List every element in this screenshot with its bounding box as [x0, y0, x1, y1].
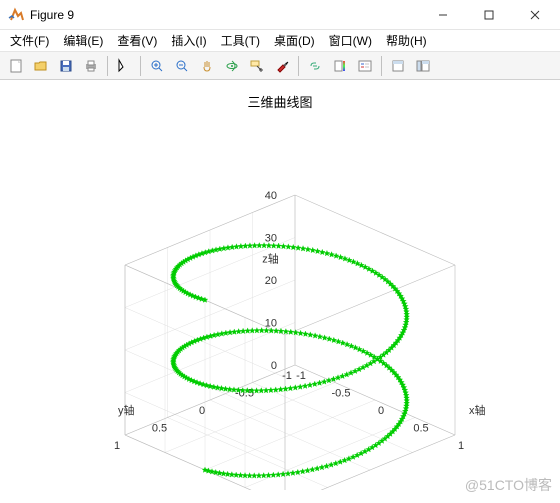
- menubar: 文件(F) 编辑(E) 查看(V) 插入(I) 工具(T) 桌面(D) 窗口(W…: [0, 30, 560, 52]
- svg-text:20: 20: [265, 275, 277, 287]
- brush-button[interactable]: [270, 54, 294, 78]
- toolbar-separator: [381, 56, 382, 76]
- svg-text:1: 1: [114, 440, 120, 452]
- svg-text:0: 0: [378, 405, 384, 417]
- hide-plot-tools-button[interactable]: [386, 54, 410, 78]
- chart-title: 三维曲线图: [0, 92, 560, 111]
- svg-text:y轴: y轴: [118, 403, 135, 417]
- window-titlebar: Figure 9: [0, 0, 560, 30]
- svg-text:0.5: 0.5: [152, 423, 167, 435]
- menu-insert[interactable]: 插入(I): [165, 30, 212, 51]
- maximize-button[interactable]: [466, 0, 512, 30]
- svg-text:-0.5: -0.5: [332, 388, 351, 400]
- toolbar-separator: [298, 56, 299, 76]
- watermark: @51CTO博客: [465, 475, 552, 495]
- plot-canvas: 010203040-1-0.500.51-1-0.500.51x轴y轴z轴: [0, 80, 560, 490]
- svg-text:-1: -1: [282, 370, 292, 382]
- svg-text:0: 0: [199, 405, 205, 417]
- new-figure-button[interactable]: [4, 54, 28, 78]
- data-cursor-button[interactable]: [245, 54, 269, 78]
- legend-button[interactable]: [353, 54, 377, 78]
- show-plot-tools-button[interactable]: [411, 54, 435, 78]
- edit-plot-button[interactable]: [112, 54, 136, 78]
- colorbar-button[interactable]: [328, 54, 352, 78]
- minimize-button[interactable]: [420, 0, 466, 30]
- matlab-icon: [8, 7, 24, 23]
- svg-text:0.5: 0.5: [413, 423, 428, 435]
- svg-text:0: 0: [271, 360, 277, 372]
- close-button[interactable]: [512, 0, 558, 30]
- toolbar-separator: [140, 56, 141, 76]
- svg-text:30: 30: [265, 233, 277, 245]
- svg-text:x轴: x轴: [469, 403, 486, 417]
- zoom-in-button[interactable]: [145, 54, 169, 78]
- svg-text:-1: -1: [296, 370, 306, 382]
- menu-file[interactable]: 文件(F): [4, 30, 55, 51]
- menu-view[interactable]: 查看(V): [111, 30, 163, 51]
- axes-3d[interactable]: 三维曲线图 010203040-1-0.500.51-1-0.500.51x轴y…: [0, 80, 560, 503]
- link-plot-button[interactable]: [303, 54, 327, 78]
- menu-edit[interactable]: 编辑(E): [57, 30, 109, 51]
- toolbar: [0, 52, 560, 80]
- svg-text:1: 1: [458, 440, 464, 452]
- window-title: Figure 9: [30, 8, 420, 22]
- toolbar-separator: [107, 56, 108, 76]
- menu-desktop[interactable]: 桌面(D): [268, 30, 321, 51]
- print-button[interactable]: [79, 54, 103, 78]
- open-button[interactable]: [29, 54, 53, 78]
- rotate3d-button[interactable]: [220, 54, 244, 78]
- svg-text:40: 40: [265, 190, 277, 202]
- save-button[interactable]: [54, 54, 78, 78]
- menu-window[interactable]: 窗口(W): [323, 30, 378, 51]
- pan-button[interactable]: [195, 54, 219, 78]
- menu-help[interactable]: 帮助(H): [380, 30, 433, 51]
- svg-text:z轴: z轴: [262, 252, 279, 266]
- zoom-out-button[interactable]: [170, 54, 194, 78]
- menu-tools[interactable]: 工具(T): [215, 30, 266, 51]
